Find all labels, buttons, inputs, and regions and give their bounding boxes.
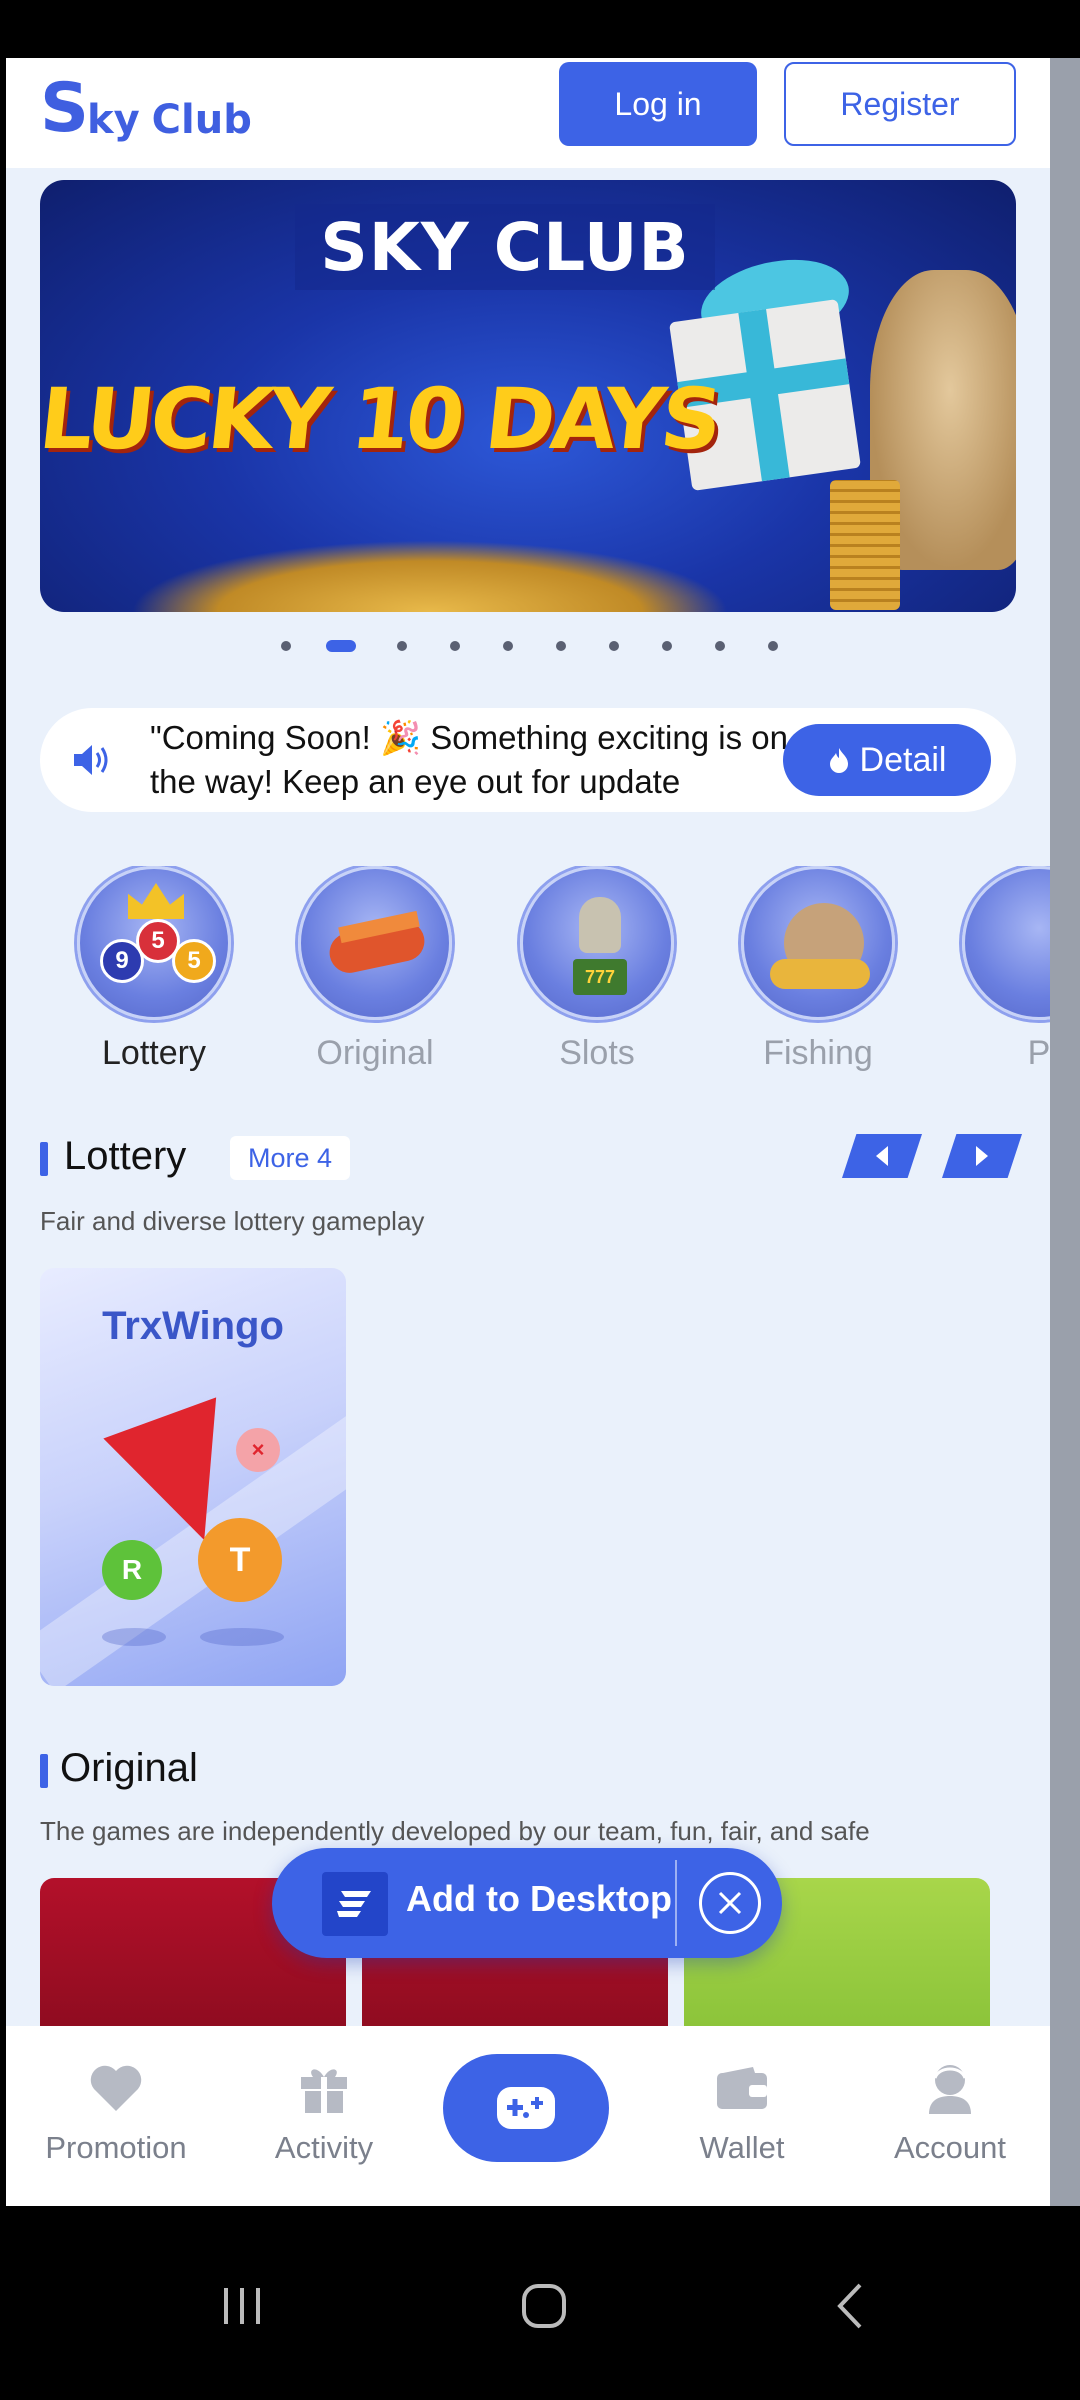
- category-original[interactable]: Original: [275, 866, 475, 1073]
- detail-button[interactable]: Detail: [783, 724, 991, 796]
- slot-machine-icon: 777: [520, 866, 674, 1020]
- carousel-dot[interactable]: [281, 641, 291, 651]
- category-row: 9 5 5 Lottery Original 777 Slots Fishing…: [6, 866, 1050, 1136]
- ball-t-icon: T: [198, 1518, 282, 1602]
- category-label: Fishing: [763, 1034, 873, 1072]
- tab-promotion[interactable]: Promotion: [26, 2056, 206, 2166]
- login-button[interactable]: Log in: [559, 62, 757, 146]
- top-header: S ky Club Log in Register: [6, 58, 1050, 168]
- category-label: Slots: [559, 1034, 635, 1072]
- coin-stack-image: [830, 480, 900, 610]
- add-to-desktop-banner[interactable]: Add to Desktop: [272, 1848, 782, 1958]
- lottery-balls-icon: 9 5 5: [77, 866, 231, 1020]
- tab-label: Wallet: [699, 2130, 785, 2165]
- gamepad-icon: [497, 2087, 555, 2129]
- carousel-dot[interactable]: [503, 641, 513, 651]
- prev-arrow-button[interactable]: [842, 1134, 922, 1178]
- recent-apps-icon: [224, 2288, 260, 2324]
- ball-r-icon: R: [102, 1540, 162, 1600]
- tab-label: Promotion: [45, 2130, 187, 2165]
- caret-right-icon: [976, 1146, 988, 1166]
- status-bar: [0, 0, 1080, 58]
- next-arrow-button[interactable]: [942, 1134, 1022, 1178]
- lottery-section-header: Lottery More 4: [40, 1134, 1022, 1184]
- tab-activity[interactable]: Activity: [234, 2056, 414, 2166]
- banner-subtitle: LUCKY 10 DAYS: [40, 370, 723, 468]
- carousel-dot[interactable]: [662, 641, 672, 651]
- promo-banner[interactable]: SKY CLUB LUCKY 10 DAYS: [40, 180, 1016, 612]
- coins-pile-image: [130, 540, 730, 612]
- category-label: P: [1027, 1034, 1050, 1072]
- logo-club: Club: [151, 97, 252, 143]
- ball-x-icon: ×: [236, 1428, 280, 1472]
- original-section-header: Original: [40, 1746, 1020, 1796]
- system-nav-bar: [0, 2206, 1080, 2400]
- close-icon: [718, 1891, 742, 1915]
- section-accent-bar: [40, 1142, 48, 1176]
- more-button[interactable]: More 4: [230, 1136, 351, 1180]
- app-screen: S ky Club Log in Register SKY CLUB LUCKY…: [6, 58, 1050, 2206]
- gift-icon: [292, 2056, 356, 2120]
- section-accent-bar: [40, 1754, 48, 1788]
- section-title: Lottery: [64, 1134, 187, 1178]
- airplane-icon: [298, 866, 452, 1020]
- category-fishing[interactable]: Fishing: [718, 866, 918, 1073]
- category-label: Lottery: [102, 1034, 206, 1072]
- user-icon: [918, 2056, 982, 2120]
- fish-creature-icon: [741, 866, 895, 1020]
- close-button[interactable]: [699, 1872, 761, 1934]
- tab-label: Activity: [274, 2130, 374, 2165]
- category-partial[interactable]: P: [939, 866, 1050, 1073]
- recent-apps-button[interactable]: [212, 2276, 272, 2336]
- carousel-dot[interactable]: [609, 641, 619, 651]
- carousel-dot-active[interactable]: [326, 640, 356, 652]
- home-icon: [522, 2284, 566, 2328]
- notice-text: "Coming Soon! 🎉 Something exciting is on…: [150, 719, 788, 800]
- tab-wallet[interactable]: Wallet: [652, 2056, 832, 2166]
- category-icon: [962, 866, 1050, 1020]
- banner-title: SKY CLUB: [295, 204, 715, 290]
- wallet-icon: [710, 2056, 774, 2120]
- section-description: The games are independently developed by…: [40, 1816, 870, 1846]
- carousel-indicator: [6, 636, 1050, 656]
- trxwingo-game-card[interactable]: TrxWingo × R T: [40, 1268, 346, 1686]
- back-button[interactable]: [820, 2276, 880, 2336]
- notice-bar: "Coming Soon! 🎉 Something exciting is on…: [40, 708, 1016, 812]
- bottom-tab-bar: Promotion Activity Wallet Account: [6, 2026, 1050, 2206]
- register-button[interactable]: Register: [784, 62, 1016, 146]
- speaker-icon: [74, 745, 108, 775]
- detail-label: Detail: [859, 740, 947, 779]
- game-title: TrxWingo: [102, 1304, 284, 1348]
- back-icon: [837, 2283, 862, 2329]
- carousel-dot[interactable]: [768, 641, 778, 651]
- section-description: Fair and diverse lottery gameplay: [40, 1206, 425, 1236]
- heart-icon: [84, 2056, 148, 2120]
- carousel-dot[interactable]: [450, 641, 460, 651]
- sky-club-logo[interactable]: S ky Club: [40, 69, 252, 148]
- logo-letter: S: [40, 69, 89, 148]
- caret-left-icon: [876, 1146, 888, 1166]
- add-to-desktop-label: Add to Desktop: [406, 1878, 672, 1919]
- carousel-dot[interactable]: [397, 641, 407, 651]
- app-logo-icon: [322, 1872, 388, 1936]
- tab-label: Account: [893, 2130, 1006, 2165]
- section-title: Original: [60, 1746, 198, 1790]
- tab-account[interactable]: Account: [860, 2056, 1040, 2166]
- category-slots[interactable]: 777 Slots: [497, 866, 697, 1073]
- category-label: Original: [316, 1034, 434, 1072]
- carousel-dot[interactable]: [556, 641, 566, 651]
- scrollbar[interactable]: [1050, 58, 1080, 2206]
- carousel-dot[interactable]: [715, 641, 725, 651]
- category-lottery[interactable]: 9 5 5 Lottery: [54, 866, 254, 1073]
- logo-sky-rest: ky: [86, 97, 140, 143]
- home-button[interactable]: [514, 2276, 574, 2336]
- games-home-button[interactable]: [443, 2054, 609, 2162]
- flame-icon: [829, 748, 848, 773]
